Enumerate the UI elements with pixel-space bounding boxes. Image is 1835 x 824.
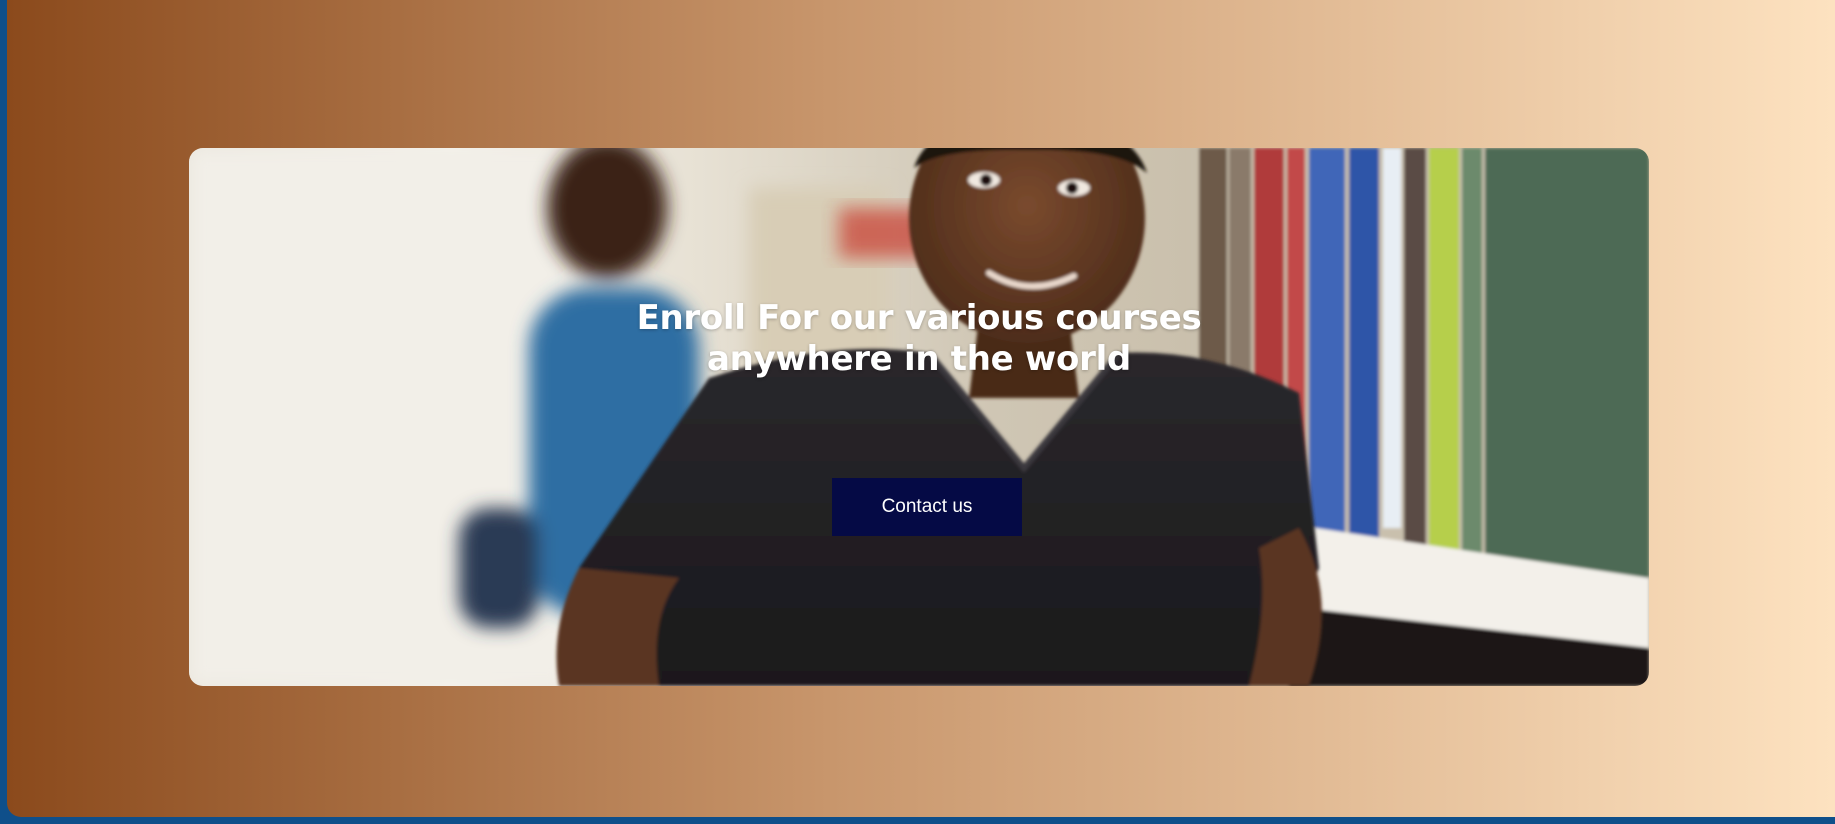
hero-banner: Enroll For our various courses anywhere … [189,148,1649,686]
hero-content: Enroll For our various courses anywhere … [189,148,1649,686]
hero-heading: Enroll For our various courses anywhere … [189,298,1649,380]
hero-heading-line-2: anywhere in the world [707,339,1131,379]
hero-heading-line-1: Enroll For our various courses [636,298,1202,338]
contact-us-button[interactable]: Contact us [832,478,1022,536]
page-frame: Enroll For our various courses anywhere … [7,0,1835,817]
